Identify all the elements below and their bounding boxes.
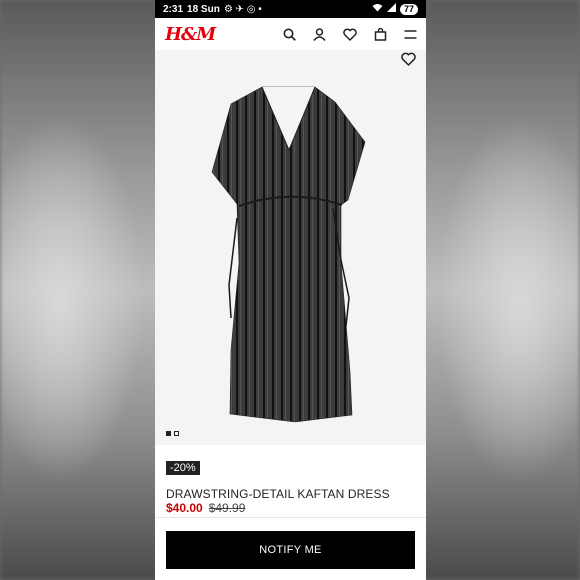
discount-badge: -20% xyxy=(166,461,200,475)
bag-icon[interactable] xyxy=(374,27,387,41)
wifi-icon xyxy=(372,3,383,15)
product-image[interactable] xyxy=(155,50,426,445)
status-day: 18 Sun xyxy=(187,3,220,15)
notify-me-button[interactable]: NOTIFY ME xyxy=(166,531,415,569)
brand-logo[interactable]: H&M xyxy=(165,24,216,45)
status-left: 2:31 18 Sun ⚙ ✈ ◎ • xyxy=(163,4,262,15)
site-header: H&M xyxy=(155,18,426,50)
status-bar: 2:31 18 Sun ⚙ ✈ ◎ • 77 xyxy=(155,0,426,18)
pagination-dot-1[interactable] xyxy=(166,431,171,436)
favorites-icon[interactable] xyxy=(343,28,357,41)
header-icons xyxy=(283,27,417,41)
account-icon[interactable] xyxy=(313,27,326,41)
gallery-pagination xyxy=(166,431,179,436)
price-row: $40.00 $49.99 xyxy=(166,501,245,515)
signal-icon xyxy=(386,3,396,15)
battery-indicator: 77 xyxy=(399,3,418,15)
menu-icon[interactable] xyxy=(404,29,417,40)
search-icon[interactable] xyxy=(283,28,296,41)
notification-icons: ⚙ ✈ ◎ • xyxy=(223,3,262,15)
status-time: 2:31 xyxy=(163,3,184,15)
status-right: 77 xyxy=(372,3,418,15)
phone-screen: 2:31 18 Sun ⚙ ✈ ◎ • 77 H&M -20% DRAWSTRI… xyxy=(155,0,426,580)
dress-image xyxy=(211,86,366,423)
divider xyxy=(155,517,426,518)
pagination-dot-2[interactable] xyxy=(174,431,179,436)
sale-price: $40.00 xyxy=(166,501,203,515)
original-price: $49.99 xyxy=(208,501,246,515)
product-title: DRAWSTRING-DETAIL KAFTAN DRESS xyxy=(166,487,390,501)
add-to-favorites-heart-icon[interactable] xyxy=(401,52,416,71)
